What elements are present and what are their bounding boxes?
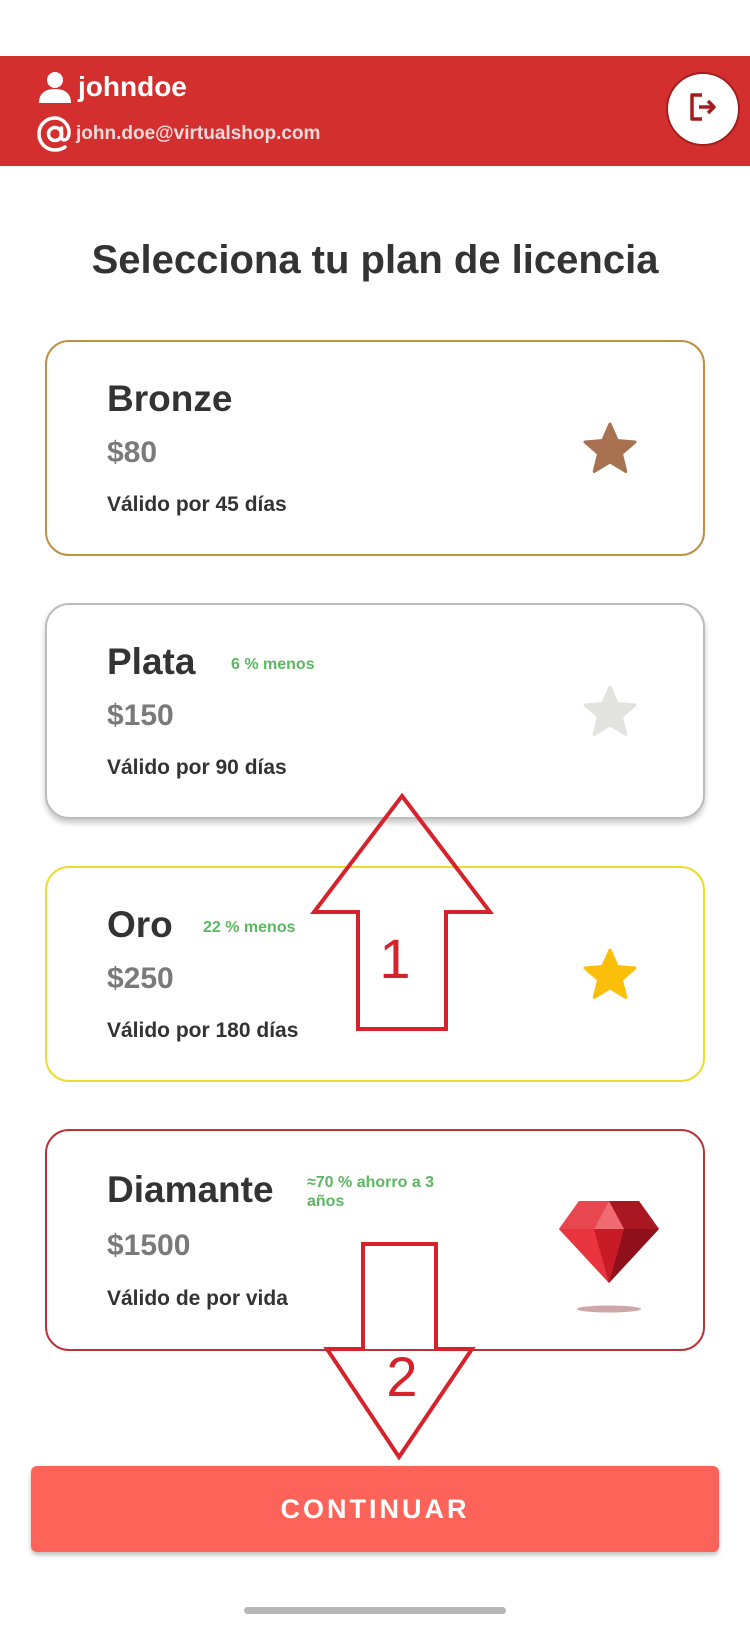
plan-price: $1500 <box>107 1229 191 1262</box>
diamond-icon <box>559 1201 659 1313</box>
plan-card-oro[interactable]: Oro 22 % menos $250 Válido por 180 días <box>45 866 705 1082</box>
plan-name: Bronze <box>107 378 233 419</box>
plan-price: $80 <box>107 436 158 469</box>
page-title: Selecciona tu plan de licencia <box>91 238 659 282</box>
plan-card-plata[interactable]: Plata 6 % menos $150 Válido por 90 días <box>45 603 705 819</box>
plan-card-bronze[interactable]: Bronze $80 Válido por 45 días <box>45 340 705 556</box>
plan-price: $150 <box>107 699 174 732</box>
user-row: johndoe <box>38 70 187 104</box>
plan-card-diamante[interactable]: Diamante ≈70 % ahorro a 3 años $1500 Vál… <box>45 1129 705 1351</box>
plan-validity: Válido por 90 días <box>107 756 287 779</box>
plan-name: Plata <box>107 641 196 682</box>
plan-price: $250 <box>107 962 174 995</box>
plan-validity: Válido de por vida <box>107 1287 288 1310</box>
user-email: john.doe@virtualshop.com <box>76 123 321 144</box>
annotation-label-2: 2 <box>386 1345 417 1408</box>
email-row: john.doe@virtualshop.com <box>36 116 320 152</box>
star-icon <box>583 685 637 736</box>
star-icon <box>583 948 637 999</box>
home-indicator[interactable] <box>244 1607 506 1614</box>
plan-discount: ≈70 % ahorro a 3 años <box>307 1174 435 1210</box>
continue-button[interactable]: CONTINUAR <box>31 1466 719 1552</box>
at-icon <box>36 115 74 153</box>
plan-discount: 22 % menos <box>203 919 296 936</box>
logout-button[interactable] <box>666 72 740 146</box>
username: johndoe <box>78 71 187 102</box>
plan-name: Diamante <box>107 1169 274 1210</box>
logout-icon <box>686 90 720 129</box>
person-icon <box>38 70 72 104</box>
plan-validity: Válido por 180 días <box>107 1019 299 1042</box>
plan-name: Oro <box>107 904 173 945</box>
plan-discount: 6 % menos <box>231 656 315 673</box>
star-icon <box>583 422 637 473</box>
plan-validity: Válido por 45 días <box>107 493 287 516</box>
app-header: johndoe john.doe@virtualshop.com <box>0 56 750 166</box>
